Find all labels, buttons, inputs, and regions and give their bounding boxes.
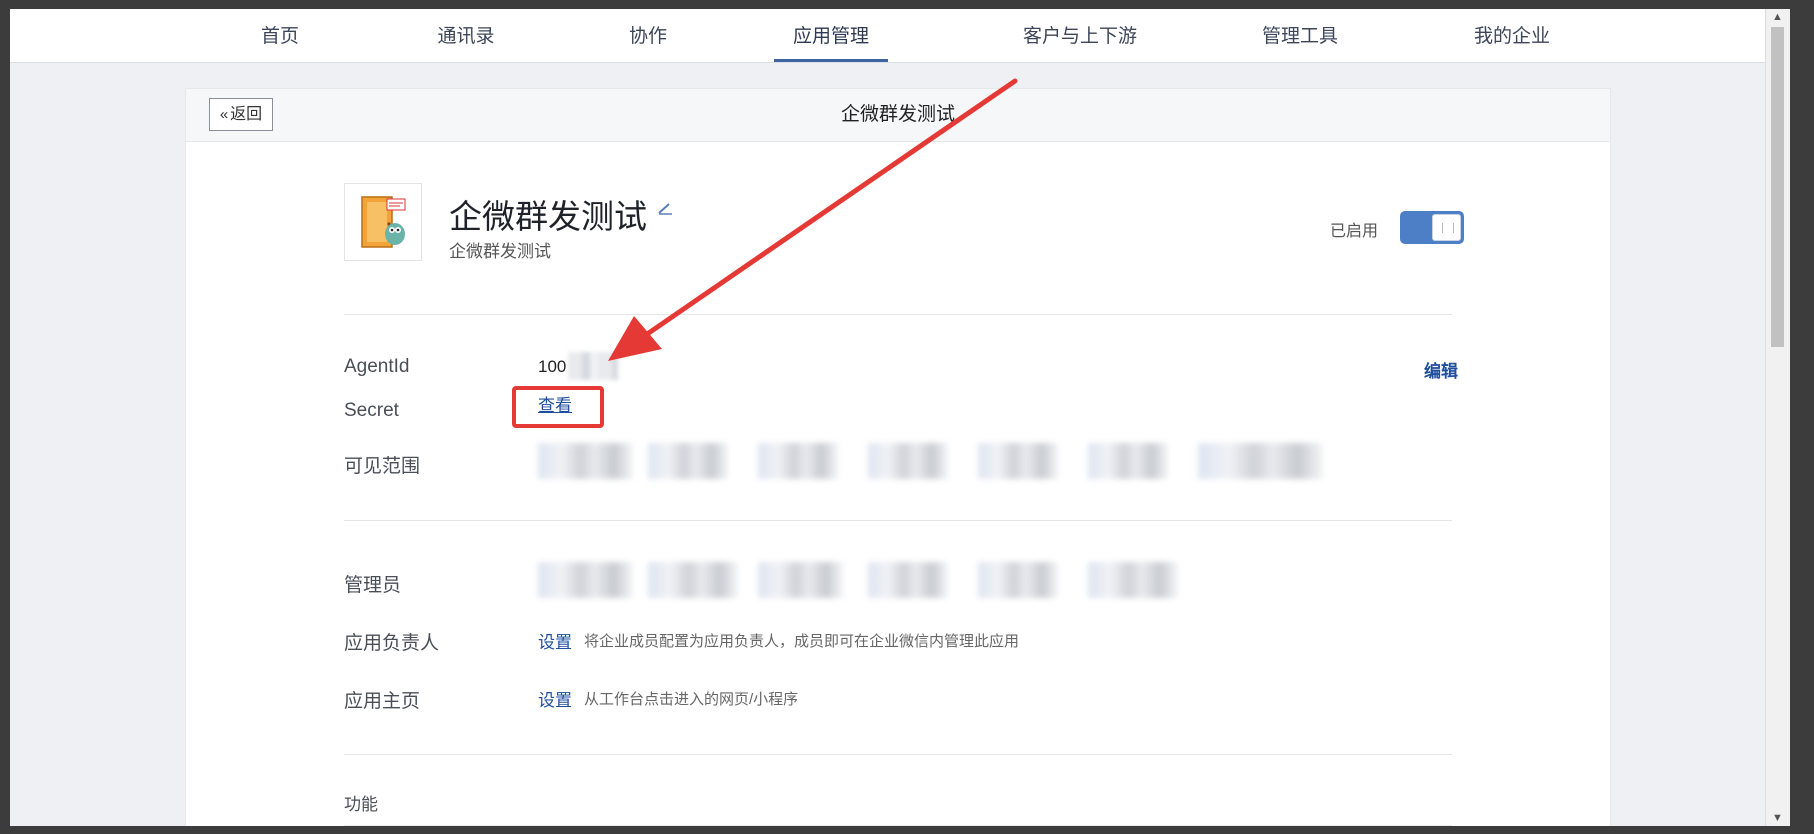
admin-chip[interactable] <box>978 562 1058 598</box>
app-description: 企微群发测试 <box>449 242 551 261</box>
door-mascot-icon <box>361 196 406 248</box>
scrollbar-thumb[interactable] <box>1771 27 1784 347</box>
vertical-scrollbar[interactable]: ▲ ▼ <box>1765 9 1790 826</box>
member-chip[interactable] <box>1198 443 1323 479</box>
secret-highlight-box <box>512 386 604 428</box>
member-chip[interactable] <box>538 443 633 479</box>
nav-management-tools[interactable]: 管理工具 <box>1240 9 1360 62</box>
back-button[interactable]: «返回 <box>209 98 273 131</box>
admin-members <box>538 562 1238 598</box>
nav-contacts[interactable]: 通讯录 <box>416 9 516 62</box>
nav-customers-upstream[interactable]: 客户与上下游 <box>995 9 1165 62</box>
scroll-up-icon[interactable]: ▲ <box>1772 11 1783 23</box>
admin-chip[interactable] <box>758 562 843 598</box>
admin-chip[interactable] <box>868 562 948 598</box>
agentid-label: AgentId <box>344 356 410 377</box>
double-chevron-left-icon: « <box>219 106 229 123</box>
owner-set-link[interactable]: 设置 <box>538 628 572 653</box>
app-logo <box>344 183 422 261</box>
homepage-set-link[interactable]: 设置 <box>538 686 572 711</box>
nav-home[interactable]: 首页 <box>240 9 320 62</box>
edit-link[interactable]: 编辑 <box>1424 357 1458 382</box>
member-chip[interactable] <box>758 443 838 479</box>
back-label: 返回 <box>230 106 263 123</box>
nav-collaboration[interactable]: 协作 <box>608 9 688 62</box>
nav-my-enterprise[interactable]: 我的企业 <box>1452 9 1572 62</box>
agentid-redacted <box>568 352 618 380</box>
admin-chip[interactable] <box>1088 562 1178 598</box>
admin-chip[interactable] <box>648 562 738 598</box>
section-divider <box>344 314 1452 315</box>
visible-range-label: 可见范围 <box>344 456 421 477</box>
features-row-border <box>344 825 1452 826</box>
toggle-knob <box>1432 214 1461 241</box>
member-chip[interactable] <box>978 443 1058 479</box>
card-title: 企微群发测试 <box>840 104 955 125</box>
enable-toggle[interactable] <box>1400 211 1464 244</box>
edit-name-pen-icon[interactable] <box>656 199 676 225</box>
owner-label: 应用负责人 <box>344 633 440 654</box>
scroll-down-icon[interactable]: ▼ <box>1772 812 1783 824</box>
app-detail-card: 企微群发测试 «返回 企微群发测试 企微群发测试 已启用 AgentId 100… <box>186 89 1610 826</box>
nav-app-management[interactable]: 应用管理 <box>774 9 888 62</box>
homepage-label: 应用主页 <box>344 691 421 712</box>
admin-chip[interactable] <box>538 562 633 598</box>
card-header: 企微群发测试 «返回 <box>186 89 1610 142</box>
visible-range-members <box>538 443 1338 479</box>
owner-hint: 将企业成员配置为应用负责人，成员即可在企业微信内管理此应用 <box>584 633 1020 650</box>
member-chip[interactable] <box>648 443 728 479</box>
app-name: 企微群发测试 <box>449 198 647 235</box>
section-divider <box>344 754 1452 755</box>
enabled-status-label: 已启用 <box>1330 223 1379 240</box>
features-label: 功能 <box>344 795 378 814</box>
admin-label: 管理员 <box>344 575 402 596</box>
top-navigation: 首页 通讯录 协作 应用管理 客户与上下游 管理工具 我的企业 <box>10 9 1790 63</box>
agentid-value: 100 <box>538 357 567 376</box>
secret-label: Secret <box>344 400 399 421</box>
member-chip[interactable] <box>1088 443 1168 479</box>
member-chip[interactable] <box>868 443 948 479</box>
browser-window: 首页 通讯录 协作 应用管理 客户与上下游 管理工具 我的企业 企微群发测试 «… <box>10 9 1790 826</box>
section-divider <box>344 520 1452 521</box>
homepage-hint: 从工作台点击进入的网页/小程序 <box>584 691 799 708</box>
